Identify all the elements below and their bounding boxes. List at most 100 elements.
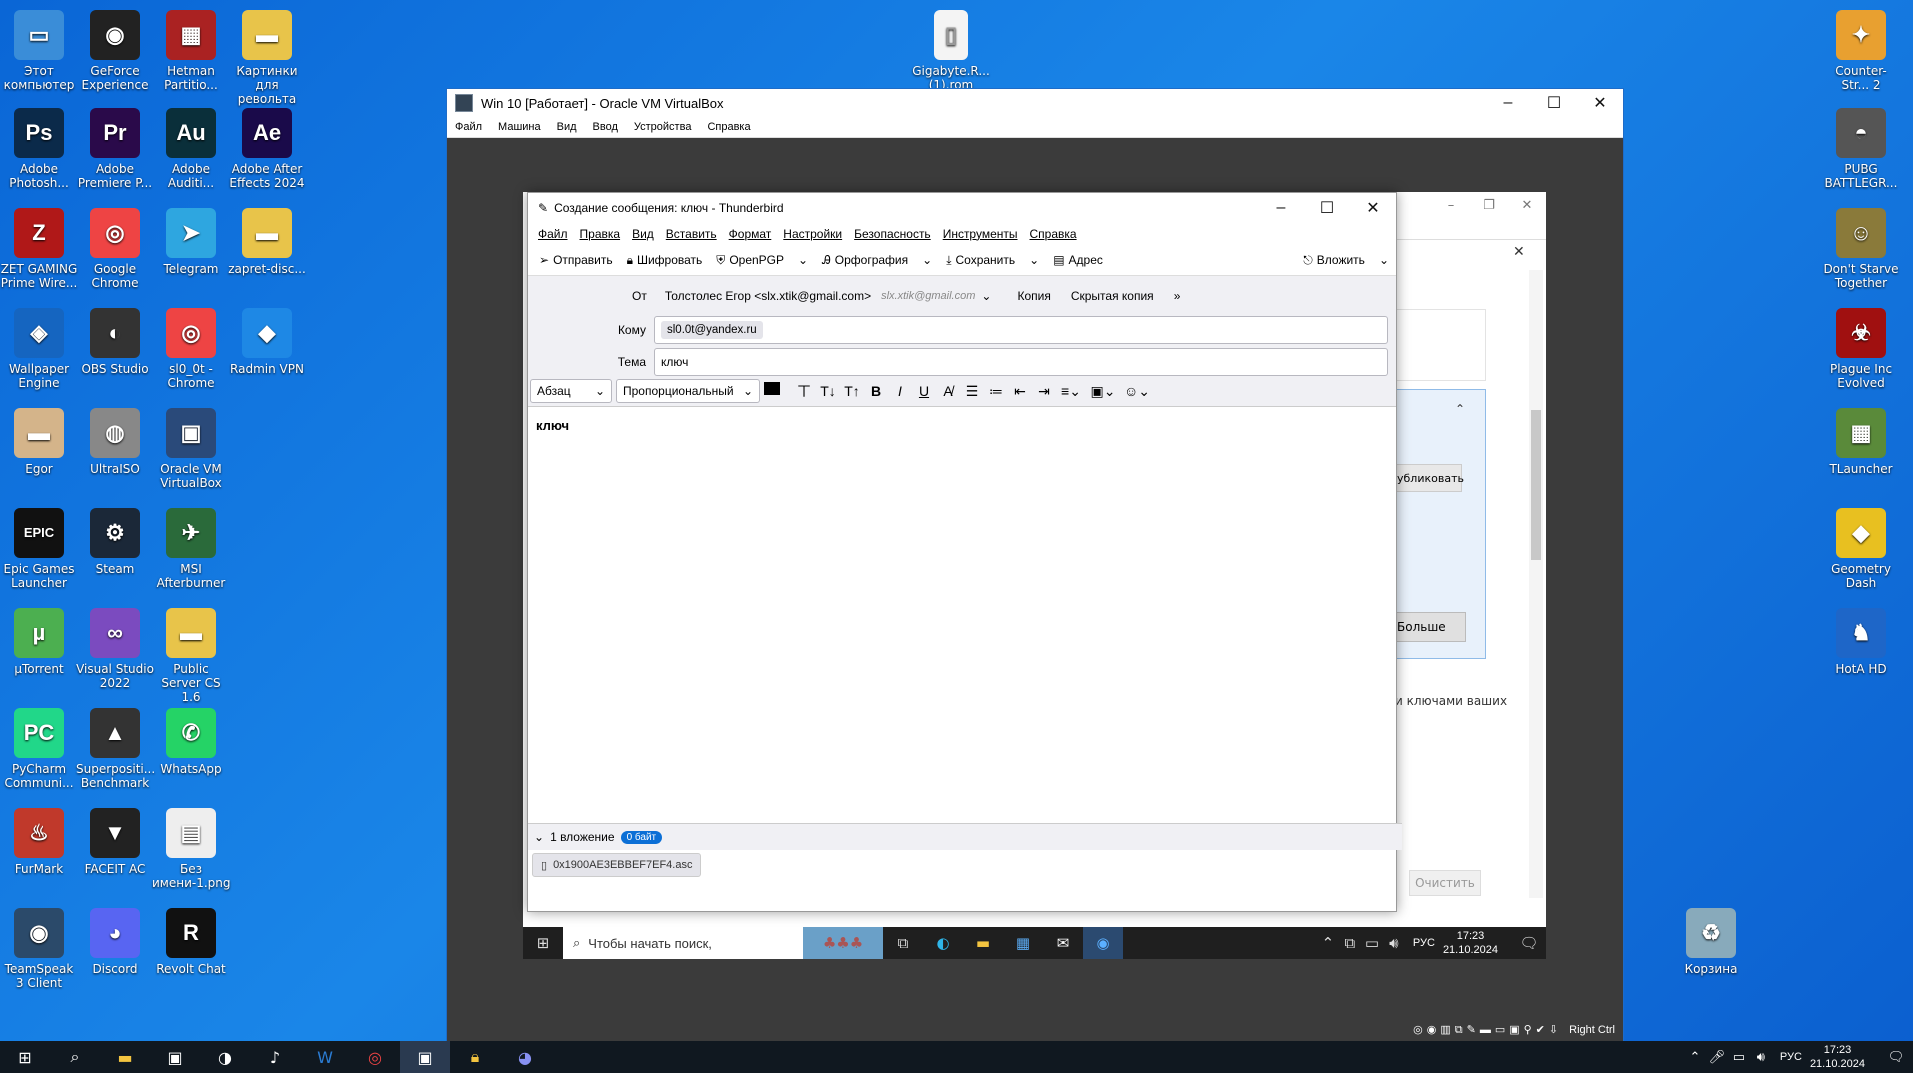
bullet-list-icon[interactable]: ☰ — [960, 383, 984, 400]
recipient-pill[interactable]: sl0.0t@yandex.ru — [661, 321, 763, 339]
desktop-icon[interactable]: ▦ TLauncher — [1822, 408, 1900, 476]
explorer-icon[interactable]: ▬ — [100, 1041, 150, 1073]
desktop-icon[interactable]: ▬ Картинки для револьта — [228, 10, 306, 106]
desktop-icon[interactable]: ▬ Public Server CS 1.6 — [152, 608, 230, 704]
message-body[interactable]: ключ — [528, 408, 1396, 808]
desktop-icon[interactable]: µ µTorrent — [0, 608, 78, 676]
minimize-button[interactable]: – — [1258, 195, 1304, 221]
chevron-down-icon[interactable]: ⌄ — [981, 289, 991, 303]
bg-clear-button[interactable]: Очистить — [1409, 870, 1481, 896]
guest-language[interactable]: РУС — [1413, 936, 1435, 950]
menu-devices[interactable]: Устройства — [626, 121, 700, 133]
music-icon[interactable]: ♪ — [250, 1041, 300, 1073]
desktop-icon-rom-file[interactable]: ▯ Gigabyte.R... (1).rom — [912, 10, 990, 92]
desktop-icon[interactable]: ☺ Don't Starve Together — [1822, 208, 1900, 290]
emoji-icon[interactable]: ☺⌄ — [1120, 383, 1154, 400]
desktop-icon[interactable]: ▬ Egor — [0, 408, 78, 476]
desktop-icon[interactable]: Au Adobe Auditi... — [152, 108, 230, 190]
search-icon[interactable]: ⌕ — [50, 1041, 100, 1073]
text-style-icon[interactable]: A̸ — [936, 383, 960, 399]
desktop-icon[interactable]: ◎ sl0_0t - Chrome — [152, 308, 230, 390]
desktop-icon[interactable]: ◉ GeForce Experience — [76, 10, 154, 92]
menu-options[interactable]: Настройки — [777, 227, 848, 241]
notification-icon[interactable]: 🗨︎ — [1879, 1041, 1913, 1073]
desktop-icon[interactable]: ✈ MSI Afterburner — [152, 508, 230, 590]
bg-close-button[interactable]: ✕ — [1508, 198, 1546, 220]
italic-icon[interactable]: I — [888, 383, 912, 399]
text-color-button[interactable] — [764, 382, 786, 402]
notification-icon[interactable]: 🗨︎ — [1512, 927, 1546, 959]
tray-chevron-icon[interactable]: ⌃ — [1684, 1041, 1706, 1073]
explorer-icon[interactable]: ▬ — [963, 927, 1003, 959]
encrypt-button[interactable]: 🔒︎ Шифровать — [620, 247, 710, 273]
menu-edit[interactable]: Правка — [574, 227, 627, 241]
menu-view[interactable]: Вид — [549, 121, 585, 133]
desktop-icon[interactable]: ◍ UltraISO — [76, 408, 154, 476]
desktop-icon[interactable]: ♨ FurMark — [0, 808, 78, 876]
menu-file[interactable]: Файл — [447, 121, 490, 133]
network-icon[interactable]: ▭ — [1728, 1041, 1750, 1073]
more-fields-icon[interactable]: » — [1174, 289, 1181, 303]
desktop-icon[interactable]: Ae Adobe After Effects 2024 — [228, 108, 306, 190]
subject-field[interactable]: ключ — [654, 348, 1388, 376]
bcc-button[interactable]: Скрытая копия — [1071, 289, 1154, 303]
guest-clock[interactable]: 17:23 21.10.2024 — [1443, 929, 1498, 957]
from-identity[interactable]: Толстолес Егор <slx.xtik@gmail.com> — [665, 289, 871, 303]
desktop-icon[interactable]: R Revolt Chat — [152, 908, 230, 976]
desktop-icon[interactable]: ∞ Visual Studio 2022 — [76, 608, 154, 690]
attachment-bar[interactable]: ⌄ 1 вложение 0 байт — [528, 823, 1402, 850]
menu-file[interactable]: Файл — [532, 227, 574, 241]
thunderbird-icon[interactable]: ◉ — [1083, 927, 1123, 959]
menu-machine[interactable]: Машина — [490, 121, 549, 133]
chevron-up-icon[interactable]: ⌃ — [1455, 402, 1465, 416]
mail-icon[interactable]: ✉ — [1043, 927, 1083, 959]
to-field[interactable]: sl0.0t@yandex.ru — [654, 316, 1388, 344]
desktop-icon[interactable]: ◉ TeamSpeak 3 Client — [0, 908, 78, 990]
attach-dropdown[interactable]: ⌄ — [1372, 247, 1396, 273]
bg-close-tab-icon[interactable]: ✕ — [1513, 244, 1525, 260]
save-dropdown[interactable]: ⌄ — [1022, 247, 1046, 273]
save-button[interactable]: ⤓ Сохранить — [939, 247, 1022, 273]
attachment-item[interactable]: ▯ 0x1900AE3EBBEF7EF4.asc — [532, 853, 702, 877]
desktop-icon[interactable]: Pr Adobe Premiere P... — [76, 108, 154, 190]
bg-scrollbar[interactable] — [1529, 270, 1543, 898]
desktop-icon[interactable]: ◎ Google Chrome — [76, 208, 154, 290]
bg-publish-button[interactable]: убликовать — [1395, 464, 1464, 492]
desktop-icon[interactable]: Z ZET GAMING Prime Wire... — [0, 208, 78, 290]
smaller-font-icon[interactable]: T↓ — [816, 383, 840, 399]
desktop-icon[interactable]: ◈ Wallpaper Engine — [0, 308, 78, 390]
paragraph-select[interactable]: Абзац ⌄ — [530, 379, 612, 403]
menu-input[interactable]: Ввод — [585, 121, 626, 133]
menu-help[interactable]: Справка — [1024, 227, 1083, 241]
desktop-icon[interactable]: ➤ Telegram — [152, 208, 230, 276]
word-icon[interactable]: W — [300, 1041, 350, 1073]
volume-icon[interactable]: 🔊︎ — [1383, 927, 1405, 959]
maximize-button[interactable]: ☐ — [1531, 89, 1577, 117]
menu-format[interactable]: Формат — [723, 227, 778, 241]
menu-view[interactable]: Вид — [626, 227, 660, 241]
guest-search-box[interactable]: ⌕ Чтобы начать поиск, — [563, 927, 803, 959]
virtualbox-icon[interactable]: ▣ — [400, 1041, 450, 1073]
store-icon[interactable]: ▦ — [1003, 927, 1043, 959]
spellcheck-button[interactable]: Ꭿ Орфография — [815, 247, 915, 273]
menu-help[interactable]: Справка — [699, 121, 758, 133]
maximize-button[interactable]: ☐ — [1304, 195, 1350, 221]
windows-start-icon[interactable]: ⊞ — [523, 927, 563, 959]
network-icon[interactable]: ▭ — [1361, 927, 1383, 959]
desktop-icon[interactable]: ✦ Counter-Str... 2 — [1822, 10, 1900, 92]
desktop-icon[interactable]: ☣ Plague Inc Evolved — [1822, 308, 1900, 390]
desktop-icon[interactable]: Ps Adobe Photosh... — [0, 108, 78, 190]
desktop-icon[interactable]: ◐ OBS Studio — [76, 308, 154, 376]
underline-icon[interactable]: U — [912, 383, 936, 399]
spellcheck-dropdown[interactable]: ⌄ — [915, 247, 939, 273]
desktop-icon[interactable]: ◕ Discord — [76, 908, 154, 976]
desktop-icon[interactable]: ⚙ Steam — [76, 508, 154, 576]
close-button[interactable]: ✕ — [1350, 195, 1396, 221]
send-button[interactable]: ➢ Отправить — [532, 247, 620, 273]
desktop-icon[interactable]: ♞ HotA HD — [1822, 608, 1900, 676]
bg-minimize-button[interactable]: – — [1432, 198, 1470, 220]
edge-icon[interactable]: ◐ — [923, 927, 963, 959]
discord-icon[interactable]: ◕ — [500, 1041, 550, 1073]
desktop-icon[interactable]: ▣ Oracle VM VirtualBox — [152, 408, 230, 490]
larger-font-icon[interactable]: T↑ — [840, 383, 864, 399]
